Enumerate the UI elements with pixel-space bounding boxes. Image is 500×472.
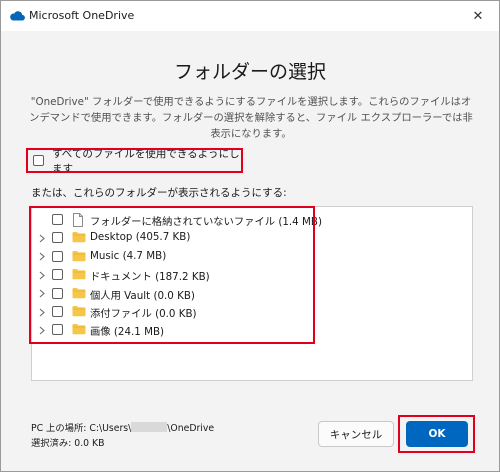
folder-name: Music	[90, 249, 120, 262]
chevron-right-icon[interactable]	[37, 288, 47, 300]
folder-icon	[72, 287, 86, 302]
tree-row[interactable]: 個人用 Vault (0.0 KB)	[32, 285, 332, 303]
tree-row-checkbox[interactable]	[52, 306, 63, 317]
chevron-right-icon[interactable]	[37, 269, 47, 281]
folder-icon	[72, 305, 86, 320]
cancel-button[interactable]: キャンセル	[318, 421, 394, 447]
tree-row[interactable]: フォルダーに格納されていないファイル (1.4 MB)	[32, 211, 332, 229]
folder-name: 添付ファイル	[90, 308, 152, 320]
folder-name: 画像	[90, 326, 111, 339]
dialog-heading: フォルダーの選択	[173, 61, 326, 83]
folder-icon	[72, 231, 86, 246]
close-icon: ✕	[472, 8, 484, 24]
folder-size: (0.0 KB)	[155, 308, 197, 320]
tree-row-checkbox[interactable]	[52, 324, 63, 336]
folder-icon	[72, 268, 86, 283]
tree-row-checkbox[interactable]	[52, 250, 63, 262]
close-button[interactable]: ✕	[463, 1, 493, 31]
folder-size: (187.2 KB)	[155, 271, 210, 284]
pc-location: PC 上の場所: C:\Users\ \OneDrive	[31, 420, 214, 434]
pc-location-suffix: \OneDrive	[167, 423, 215, 434]
tree-row-label: ドキュメント (187.2 KB)	[90, 268, 210, 283]
all-files-checkbox[interactable]	[33, 155, 44, 166]
tree-row-label: Desktop (405.7 KB)	[90, 231, 190, 243]
tree-row-label: 画像 (24.1 MB)	[90, 323, 164, 338]
folder-name: ドキュメント	[90, 271, 152, 284]
chevron-right-icon[interactable]	[37, 324, 47, 336]
tree-row-label: 添付ファイル (0.0 KB)	[90, 305, 197, 320]
folder-size: (0.0 KB)	[153, 289, 195, 302]
chevron-right-icon[interactable]	[37, 251, 47, 263]
folder-name: 個人用 Vault	[90, 289, 151, 302]
folder-icon	[72, 323, 86, 338]
tree-row-checkbox[interactable]	[52, 214, 63, 225]
folder-tree[interactable]: フォルダーに格納されていないファイル (1.4 MB) Desktop (405.…	[31, 206, 473, 381]
title-bar: Microsoft OneDrive ✕	[1, 1, 499, 31]
folder-size: (4.7 MB)	[122, 249, 167, 262]
tree-row[interactable]: Music (4.7 MB)	[32, 248, 332, 266]
ok-button[interactable]: OK	[406, 421, 468, 447]
window-title: Microsoft OneDrive	[29, 9, 135, 22]
folder-size: (405.7 KB)	[135, 231, 191, 244]
tree-row-checkbox[interactable]	[52, 269, 63, 281]
tree-row[interactable]: 添付ファイル (0.0 KB)	[32, 303, 332, 321]
all-files-label: すべてのファイルを使用できるようにします	[52, 147, 240, 175]
onedrive-dialog: Microsoft OneDrive ✕ フォルダーの選択 "OneDrive"…	[0, 0, 500, 472]
tree-row[interactable]: ドキュメント (187.2 KB)	[32, 266, 332, 284]
tree-row[interactable]: 画像 (24.1 MB)	[32, 321, 332, 339]
folder-icon	[72, 250, 86, 265]
file-icon	[72, 213, 84, 230]
folder-size: (24.1 MB)	[113, 326, 165, 339]
all-files-option[interactable]: すべてのファイルを使用できるようにします	[26, 148, 243, 175]
folder-size: (1.4 MB)	[278, 216, 322, 228]
dialog-description: "OneDrive" フォルダーで使用できるようにするファイルを選択します。これ…	[29, 96, 473, 140]
folder-name: フォルダーに格納されていないファイル	[90, 216, 276, 228]
tree-row-label: 個人用 Vault (0.0 KB)	[90, 287, 195, 302]
onedrive-cloud-icon	[10, 11, 25, 21]
selected-size: 選択済み: 0.0 KB	[31, 438, 105, 449]
tree-row[interactable]: Desktop (405.7 KB)	[32, 229, 332, 247]
tree-row-checkbox[interactable]	[52, 287, 63, 299]
folder-name: Desktop	[90, 231, 133, 244]
tree-row-checkbox[interactable]	[52, 232, 63, 244]
masked-username	[131, 422, 168, 432]
tree-row-label: Music (4.7 MB)	[90, 250, 166, 262]
chevron-right-icon[interactable]	[37, 232, 47, 244]
pc-location-prefix: PC 上の場所: C:\Users\	[31, 423, 132, 434]
tree-row-label: フォルダーに格納されていないファイル (1.4 MB)	[90, 213, 322, 228]
chevron-right-icon[interactable]	[37, 306, 47, 318]
folder-list-label: または、これらのフォルダーが表示されるようにする:	[31, 187, 287, 199]
